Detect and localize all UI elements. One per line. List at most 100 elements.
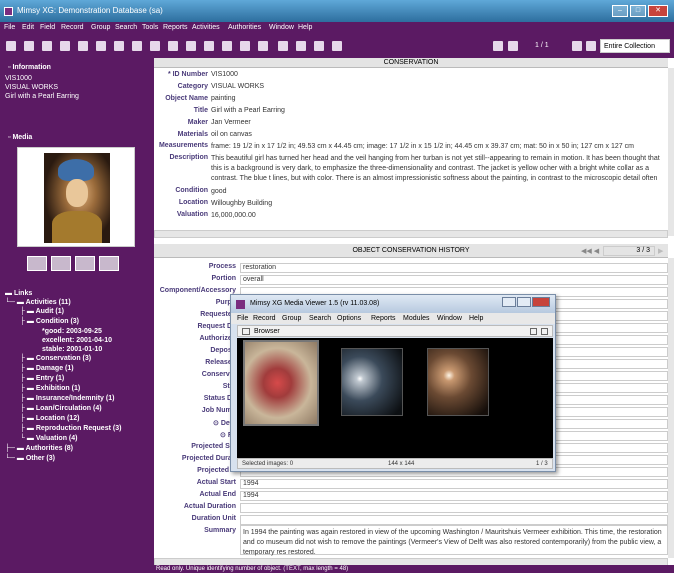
menu-reports[interactable]: Reports — [163, 24, 188, 31]
last-record-icon[interactable] — [586, 41, 596, 51]
tree-other[interactable]: └─ ▬ Other (3) — [5, 455, 55, 462]
value-process[interactable]: restoration — [240, 263, 668, 273]
conservation-hscroll[interactable] — [154, 230, 668, 238]
tree-valuation[interactable]: └ ▬ Valuation (4) — [20, 435, 77, 442]
tree-exhibition[interactable]: ├ ▬ Exhibition (1) — [20, 385, 80, 392]
menu-authorities[interactable]: Authorities — [228, 24, 261, 31]
target-icon[interactable] — [204, 41, 214, 51]
barcode-icon[interactable] — [258, 41, 268, 51]
history-vscroll[interactable] — [668, 258, 674, 558]
value-valuation[interactable]: 16,000,000.00 — [211, 212, 256, 219]
viewer-menu-record[interactable]: Record — [253, 315, 276, 322]
first-record-icon[interactable] — [493, 41, 503, 51]
viewer-menu-reports[interactable]: Reports — [371, 315, 396, 322]
history-pager[interactable]: 3 / 3 — [603, 246, 655, 256]
viewer-menu-search[interactable]: Search — [309, 315, 331, 322]
viewer-menu-help[interactable]: Help — [469, 315, 483, 322]
edit-icon[interactable] — [186, 41, 196, 51]
tree-damage[interactable]: ├ ▬ Damage (1) — [20, 365, 74, 372]
layout-icon[interactable] — [332, 41, 342, 51]
maximize-icon[interactable]: □ — [630, 5, 646, 17]
save-icon[interactable] — [6, 41, 16, 51]
star-icon[interactable] — [168, 41, 178, 51]
viewer-menu-window[interactable]: Window — [437, 315, 462, 322]
history-next-icon[interactable]: ▶ — [658, 247, 663, 255]
collection-select[interactable]: Entire Collection — [600, 39, 670, 53]
value-category[interactable]: VISUAL WORKS — [211, 83, 264, 90]
value-title[interactable]: Girl with a Pearl Earring — [211, 107, 285, 114]
table-icon[interactable] — [96, 41, 106, 51]
tree-loan[interactable]: ├ ▬ Loan/Circulation (4) — [20, 405, 102, 412]
menu-tools[interactable]: Tools — [142, 24, 158, 31]
transfer-icon[interactable] — [296, 41, 306, 51]
viewer-menu-options[interactable]: Options — [337, 315, 361, 322]
menu-record[interactable]: Record — [61, 24, 84, 31]
value-duration-unit[interactable] — [240, 515, 668, 525]
tools-icon[interactable] — [132, 41, 142, 51]
info-icon[interactable] — [314, 41, 324, 51]
viewer-menu-modules[interactable]: Modules — [403, 315, 429, 322]
image-thumbnail-pearl-detail[interactable] — [427, 348, 489, 416]
list-icon[interactable] — [60, 41, 70, 51]
percent-icon[interactable] — [278, 41, 288, 51]
menu-search[interactable]: Search — [115, 24, 137, 31]
tree-activities[interactable]: └─ ▬ Activities (11) — [5, 299, 71, 306]
media-prev-icon[interactable] — [27, 256, 47, 271]
viewer-maximize-icon[interactable] — [517, 297, 531, 307]
grid-icon[interactable] — [78, 41, 88, 51]
label-details[interactable]: ⊙ Deta — [154, 419, 236, 427]
print-icon[interactable] — [24, 41, 34, 51]
tree-reproduction[interactable]: ├ ▬ Reproduction Request (3) — [20, 425, 121, 432]
prev-record-icon[interactable] — [508, 41, 518, 51]
menu-window[interactable]: Window — [269, 24, 294, 31]
viewer-close-icon[interactable] — [532, 297, 550, 307]
filter-icon[interactable] — [42, 41, 52, 51]
tree-audit[interactable]: ├ ▬ Audit (1) — [20, 308, 64, 315]
media-thumbnail[interactable] — [17, 147, 135, 247]
report-icon[interactable] — [240, 41, 250, 51]
value-summary[interactable]: In 1994 the painting was again restored … — [240, 525, 668, 556]
camera-icon[interactable] — [222, 41, 232, 51]
menu-group[interactable]: Group — [91, 24, 110, 31]
tree-location[interactable]: ├ ▬ Location (12) — [20, 415, 79, 422]
menu-help[interactable]: Help — [298, 24, 312, 31]
value-actual-duration[interactable] — [240, 503, 668, 513]
label-fees[interactable]: ⊙ Fe — [154, 431, 236, 439]
value-measurements[interactable]: frame: 19 1/2 in x 17 1/2 in; 49.53 cm x… — [211, 143, 634, 150]
value-actual-start[interactable]: 1994 — [240, 479, 668, 489]
image-thumbnail-pearl-xray[interactable] — [341, 348, 403, 416]
media-next-icon[interactable] — [99, 256, 119, 271]
menu-edit[interactable]: Edit — [22, 24, 34, 31]
viewer-menu-group[interactable]: Group — [282, 315, 301, 322]
next-record-icon[interactable] — [572, 41, 582, 51]
panel-maximize-icon[interactable] — [541, 328, 548, 335]
menu-activities[interactable]: Activities — [192, 24, 220, 31]
menu-file[interactable]: File — [4, 24, 15, 31]
value-object-name[interactable]: painting — [211, 95, 236, 102]
tree-authorities[interactable]: ├─ ▬ Authorities (8) — [5, 445, 73, 452]
value-id-number[interactable]: VIS1000 — [211, 71, 238, 78]
tree-condition-good[interactable]: *good: 2003-09-25 — [42, 328, 102, 335]
media-stop-icon[interactable] — [51, 256, 71, 271]
viewer-minimize-icon[interactable] — [502, 297, 516, 307]
menu-field[interactable]: Field — [40, 24, 55, 31]
viewer-menu-file[interactable]: File — [237, 315, 248, 322]
value-location[interactable]: Willoughby Building — [211, 200, 272, 207]
link-icon[interactable] — [150, 41, 160, 51]
tree-insurance[interactable]: ├ ▬ Insurance/Indemnity (1) — [20, 395, 114, 402]
value-condition[interactable]: good — [211, 188, 227, 195]
value-description[interactable]: This beautiful girl has turned her head … — [211, 154, 671, 184]
value-actual-end[interactable]: 1994 — [240, 491, 668, 501]
close-icon[interactable]: ✕ — [648, 5, 668, 17]
tree-condition-stable[interactable]: stable: 2001-01-10 — [42, 346, 102, 353]
tree-condition-excellent[interactable]: excellent: 2001-04-10 — [42, 337, 112, 344]
search-icon[interactable] — [114, 41, 124, 51]
tree-condition[interactable]: ├ ▬ Condition (3) — [20, 318, 79, 325]
tree-conservation[interactable]: ├ ▬ Conservation (3) — [20, 355, 91, 362]
image-thumbnail-lips[interactable] — [243, 340, 319, 426]
minimize-icon[interactable]: – — [612, 5, 628, 17]
tree-entry[interactable]: ├ ▬ Entry (1) — [20, 375, 64, 382]
value-materials[interactable]: oil on canvas — [211, 131, 252, 138]
panel-restore-icon[interactable] — [530, 328, 537, 335]
media-view-icon[interactable] — [75, 256, 95, 271]
